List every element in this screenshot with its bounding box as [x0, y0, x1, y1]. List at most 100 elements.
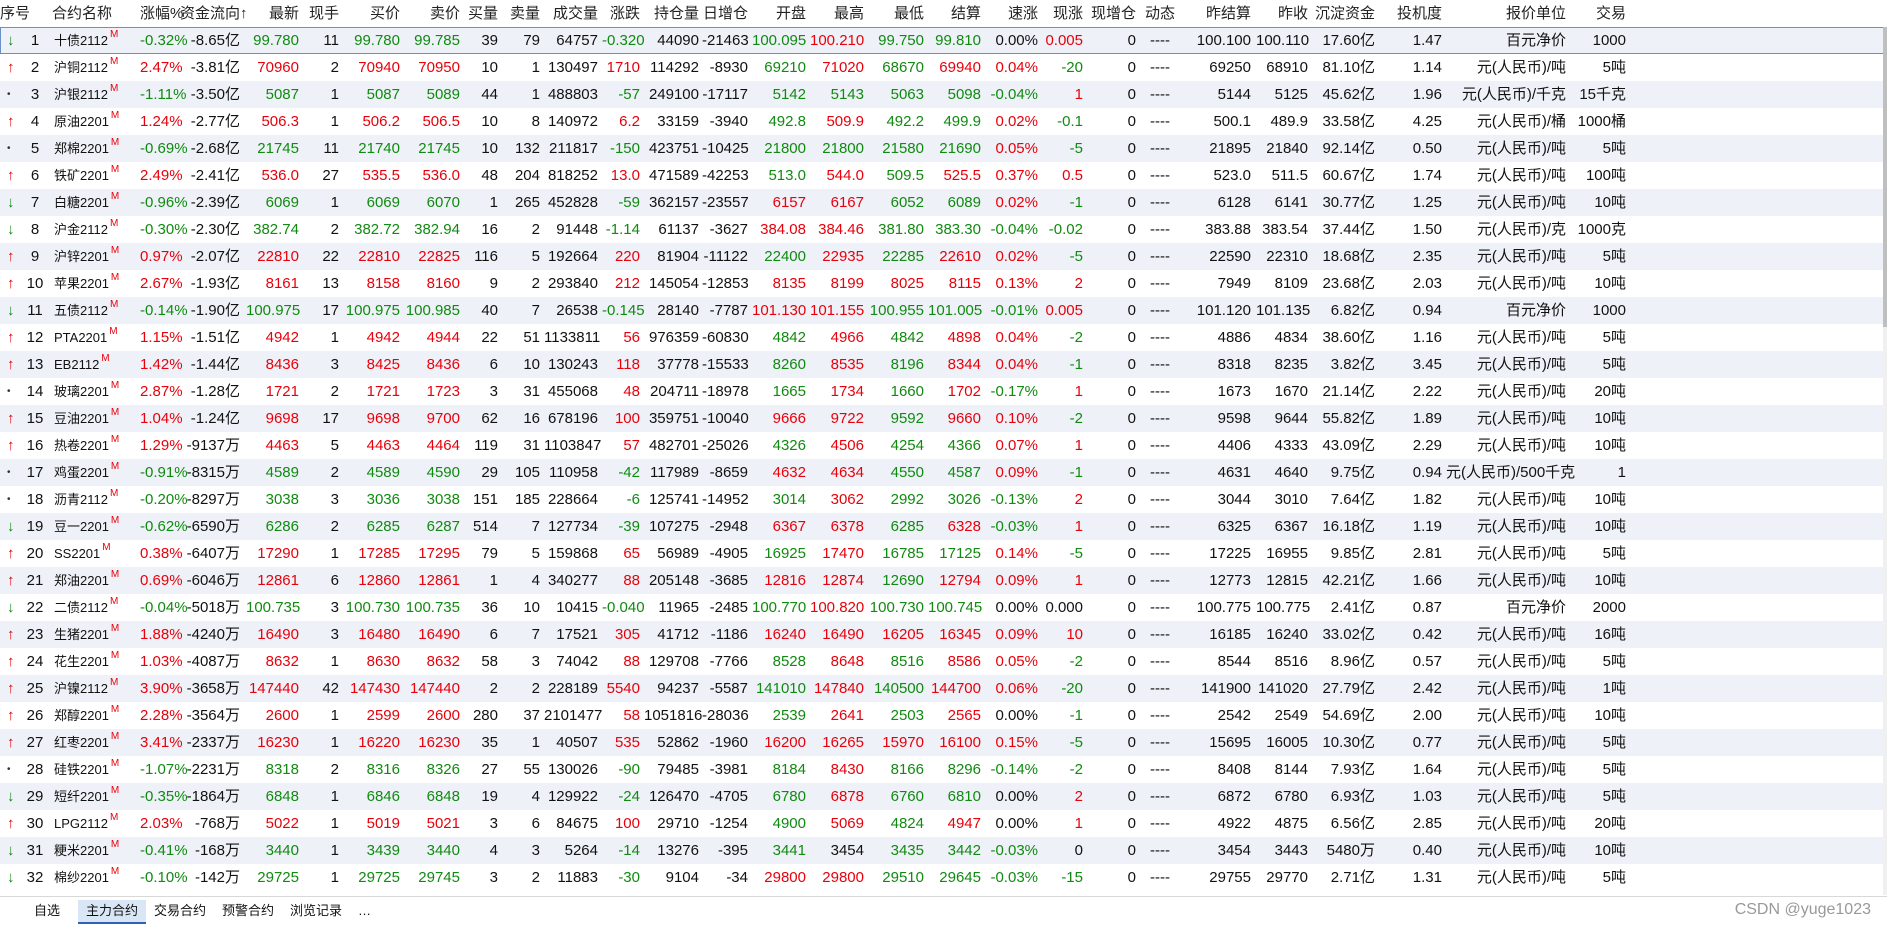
- cell-flow: -3.50亿: [190, 86, 240, 103]
- cell-speed: 0.00%: [995, 599, 1038, 616]
- table-row[interactable]: ↓ 31 粳米2201 M -0.41% -168万 3440 1 3439 3440 4 3 5264…: [0, 837, 1887, 864]
- cell-spec: 2.29: [1412, 437, 1442, 454]
- column-header[interactable]: 涨幅%: [140, 0, 183, 27]
- table-row[interactable]: ↑ 9 沪锌2201 M 0.97% -2.07亿 22810 22 22810 22825 116…: [0, 243, 1887, 270]
- vertical-scrollbar-thumb[interactable]: [1883, 27, 1887, 327]
- table-row[interactable]: ↑ 20 SS2201 M 0.38% -6407万 17290 1 17285 17295 79 5…: [0, 540, 1887, 567]
- cell-high: 8648: [830, 653, 864, 670]
- cell-fund: 30.77亿: [1322, 194, 1375, 211]
- column-header[interactable]: 速涨: [986, 0, 1038, 27]
- cell-pclose: 511.5: [1271, 167, 1308, 184]
- table-row[interactable]: ↑ 12 PTA2201 M 1.15% -1.51亿 4942 1 4942 4944 22 51 1…: [0, 324, 1887, 351]
- column-header[interactable]: 沉淀资金: [1312, 0, 1375, 27]
- cell-noi: 0: [1127, 788, 1136, 805]
- table-row[interactable]: • 28 硅铁2201 M -1.07% -2231万 8318 2 8316 8326 27 55 1…: [0, 756, 1887, 783]
- column-header[interactable]: 投机度: [1380, 0, 1442, 27]
- table-row[interactable]: ↓ 32 棉纱2201 M -0.10% -142万 29725 1 29725 29745 3 2 1…: [0, 864, 1887, 891]
- cell-bid: 8425: [366, 356, 400, 373]
- table-row[interactable]: ↓ 7 白糖2201 M -0.96% -2.39亿 6069 1 6069 6070 1 265 45…: [0, 189, 1887, 216]
- column-header[interactable]: 开盘: [752, 0, 806, 27]
- column-header[interactable]: 卖量: [502, 0, 540, 27]
- column-header[interactable]: 序号: [0, 0, 30, 27]
- table-row[interactable]: ↓ 22 二债2112 M -0.04% -5018万 100.735 3 100.730 100…: [0, 594, 1887, 621]
- table-row[interactable]: ↑ 6 铁矿2201 M 2.49% -2.41亿 536.0 27 535.5 536.0 48 2…: [0, 162, 1887, 189]
- column-header[interactable]: 最高: [810, 0, 864, 27]
- column-header[interactable]: 卖价: [404, 0, 460, 27]
- table-row[interactable]: ↑ 24 花生2201 M 1.03% -4087万 8632 1 8630 8632 58 3 740…: [0, 648, 1887, 675]
- table-row[interactable]: ↑ 21 郑油2201 M 0.69% -6046万 12861 6 12860 12861 1 4 3…: [0, 567, 1887, 594]
- column-header[interactable]: 持仓量: [644, 0, 699, 27]
- column-header[interactable]: 合约名称: [52, 0, 142, 27]
- cell-fund: 38.60亿: [1322, 329, 1375, 346]
- tab-5[interactable]: …: [350, 900, 379, 922]
- column-header[interactable]: 现增仓: [1086, 0, 1136, 27]
- table-row[interactable]: ↑ 30 LPG2112 M 2.03% -768万 5022 1 5019 5021 3 6 8467…: [0, 810, 1887, 837]
- table-row[interactable]: ↑ 16 热卷2201 M 1.29% -9137万 4463 5 4463 4464 119 31 1…: [0, 432, 1887, 459]
- tab-3[interactable]: 预警合约: [214, 900, 282, 922]
- cell-name: 花生2201 M: [52, 648, 142, 675]
- column-header[interactable]: 现手: [305, 0, 339, 27]
- cell-low: 68670: [882, 59, 924, 76]
- column-header[interactable]: 买量: [464, 0, 498, 27]
- table-row[interactable]: ↑ 13 EB2112 M 1.42% -1.44亿 8436 3 8425 8436 6 10 130…: [0, 351, 1887, 378]
- table-row[interactable]: ↑ 23 生猪2201 M 1.88% -4240万 16490 3 16480 16490 6 7 1…: [0, 621, 1887, 648]
- cell-low: 21580: [882, 140, 924, 157]
- column-header[interactable]: 结算: [928, 0, 981, 27]
- contract-name: LPG2112: [54, 816, 108, 831]
- table-row[interactable]: ↓ 29 短纤2201 M -0.35% -1864万 6848 1 6846 6848 19 4 12…: [0, 783, 1887, 810]
- column-header[interactable]: 最低: [868, 0, 924, 27]
- cell-fund: 33.02亿: [1322, 626, 1375, 643]
- table-row[interactable]: • 18 沥青2112 M -0.20% -8297万 3038 3 3036 3038 151 18…: [0, 486, 1887, 513]
- column-header[interactable]: 昨收: [1256, 0, 1308, 27]
- cell-n: 14: [26, 383, 44, 400]
- column-header[interactable]: 成交量: [544, 0, 598, 27]
- tab-2[interactable]: 交易合约: [146, 900, 214, 922]
- main-contract-mark: M: [109, 488, 119, 499]
- contract-name: 沪锌2201: [54, 249, 109, 264]
- table-row[interactable]: ↑ 10 苹果2201 M 2.67% -1.93亿 8161 13 8158 8160 9 2 293…: [0, 270, 1887, 297]
- cell-hand: 2: [330, 464, 339, 481]
- table-row[interactable]: ↓ 11 五债2112 M -0.14% -1.90亿 100.975 17 100.975 10…: [0, 297, 1887, 324]
- table-row[interactable]: ↑ 26 郑醇2201 M 2.28% -3564万 2600 1 2599 2600 280 37 2…: [0, 702, 1887, 729]
- cell-last: 5022: [265, 815, 299, 832]
- table-row[interactable]: ↑ 4 原油2201 M 1.24% -2.77亿 506.3 1 506.2 506.5 10 8 1…: [0, 108, 1887, 135]
- table-row[interactable]: • 5 郑棉2201 M -0.69% -2.68亿 21745 11 21740 21745 10…: [0, 135, 1887, 162]
- cell-chg: 3.90%: [140, 680, 183, 697]
- cell-low: 12690: [882, 572, 924, 589]
- table-row[interactable]: ↑ 15 豆油2201 M 1.04% -1.24亿 9698 17 9698 9700 62 16 6…: [0, 405, 1887, 432]
- cell-spec: 1.64: [1412, 761, 1442, 778]
- cell-settle: 4898: [947, 329, 981, 346]
- tab-1[interactable]: 主力合约: [78, 900, 147, 924]
- column-header[interactable]: 动态: [1138, 0, 1182, 27]
- table-row[interactable]: • 14 玻璃2201 M 2.87% -1.28亿 1721 2 1721 1723 3 31 455…: [0, 378, 1887, 405]
- cell-chg: -0.10%: [140, 869, 188, 886]
- column-header[interactable]: 现涨: [1041, 0, 1083, 27]
- table-row[interactable]: ↑ 27 红枣2201 M 3.41% -2337万 16230 1 16220 16230 35 1…: [0, 729, 1887, 756]
- tab-0[interactable]: 自选: [26, 900, 68, 922]
- table-row[interactable]: ↓ 19 豆一2201 M -0.62% -6590万 6286 2 6285 6287 514 7 1…: [0, 513, 1887, 540]
- table-row[interactable]: • 17 鸡蛋2201 M -0.91% -8315万 4589 2 4589 4590 29 105…: [0, 459, 1887, 486]
- table-row[interactable]: ↑ 25 沪镍2112 M 3.90% -3658万 147440 42 147430 14744…: [0, 675, 1887, 702]
- cell-spec: 3.45: [1412, 356, 1442, 373]
- table-row[interactable]: ↓ 1 十债2112 M -0.32% -8.65亿 99.780 11 99.780 99.78…: [0, 27, 1887, 54]
- cell-oi: 41712: [657, 626, 699, 643]
- column-header[interactable]: 资金流向↑: [180, 0, 248, 27]
- column-header[interactable]: 交易: [1568, 0, 1626, 27]
- column-header[interactable]: 涨跌: [602, 0, 640, 27]
- tab-4[interactable]: 浏览记录: [282, 900, 350, 922]
- column-header[interactable]: 买价: [344, 0, 400, 27]
- cell-oi: 9104: [665, 869, 699, 886]
- cell-last: 8161: [265, 275, 299, 292]
- column-header[interactable]: 最新: [246, 0, 299, 27]
- table-row[interactable]: • 3 沪银2112 M -1.11% -3.50亿 5087 1 5087 5089 44 1 488…: [0, 81, 1887, 108]
- cell-nowchg: -1: [1069, 194, 1083, 211]
- column-header[interactable]: 日增仓: [702, 0, 748, 27]
- main-contract-mark: M: [109, 812, 119, 823]
- table-row[interactable]: ↓ 8 沪金2112 M -0.30% -2.30亿 382.74 2 382.72 382.94…: [0, 216, 1887, 243]
- cell-doi: -2948: [709, 518, 748, 535]
- table-row[interactable]: ↑ 2 沪铜2112 M 2.47% -3.81亿 70960 2 70940 70950 10 1 1…: [0, 54, 1887, 81]
- column-header[interactable]: 昨结算: [1188, 0, 1251, 27]
- cell-spec: 2.03: [1412, 275, 1442, 292]
- column-header[interactable]: 报价单位: [1446, 0, 1566, 27]
- cell-doi: -18978: [702, 383, 749, 400]
